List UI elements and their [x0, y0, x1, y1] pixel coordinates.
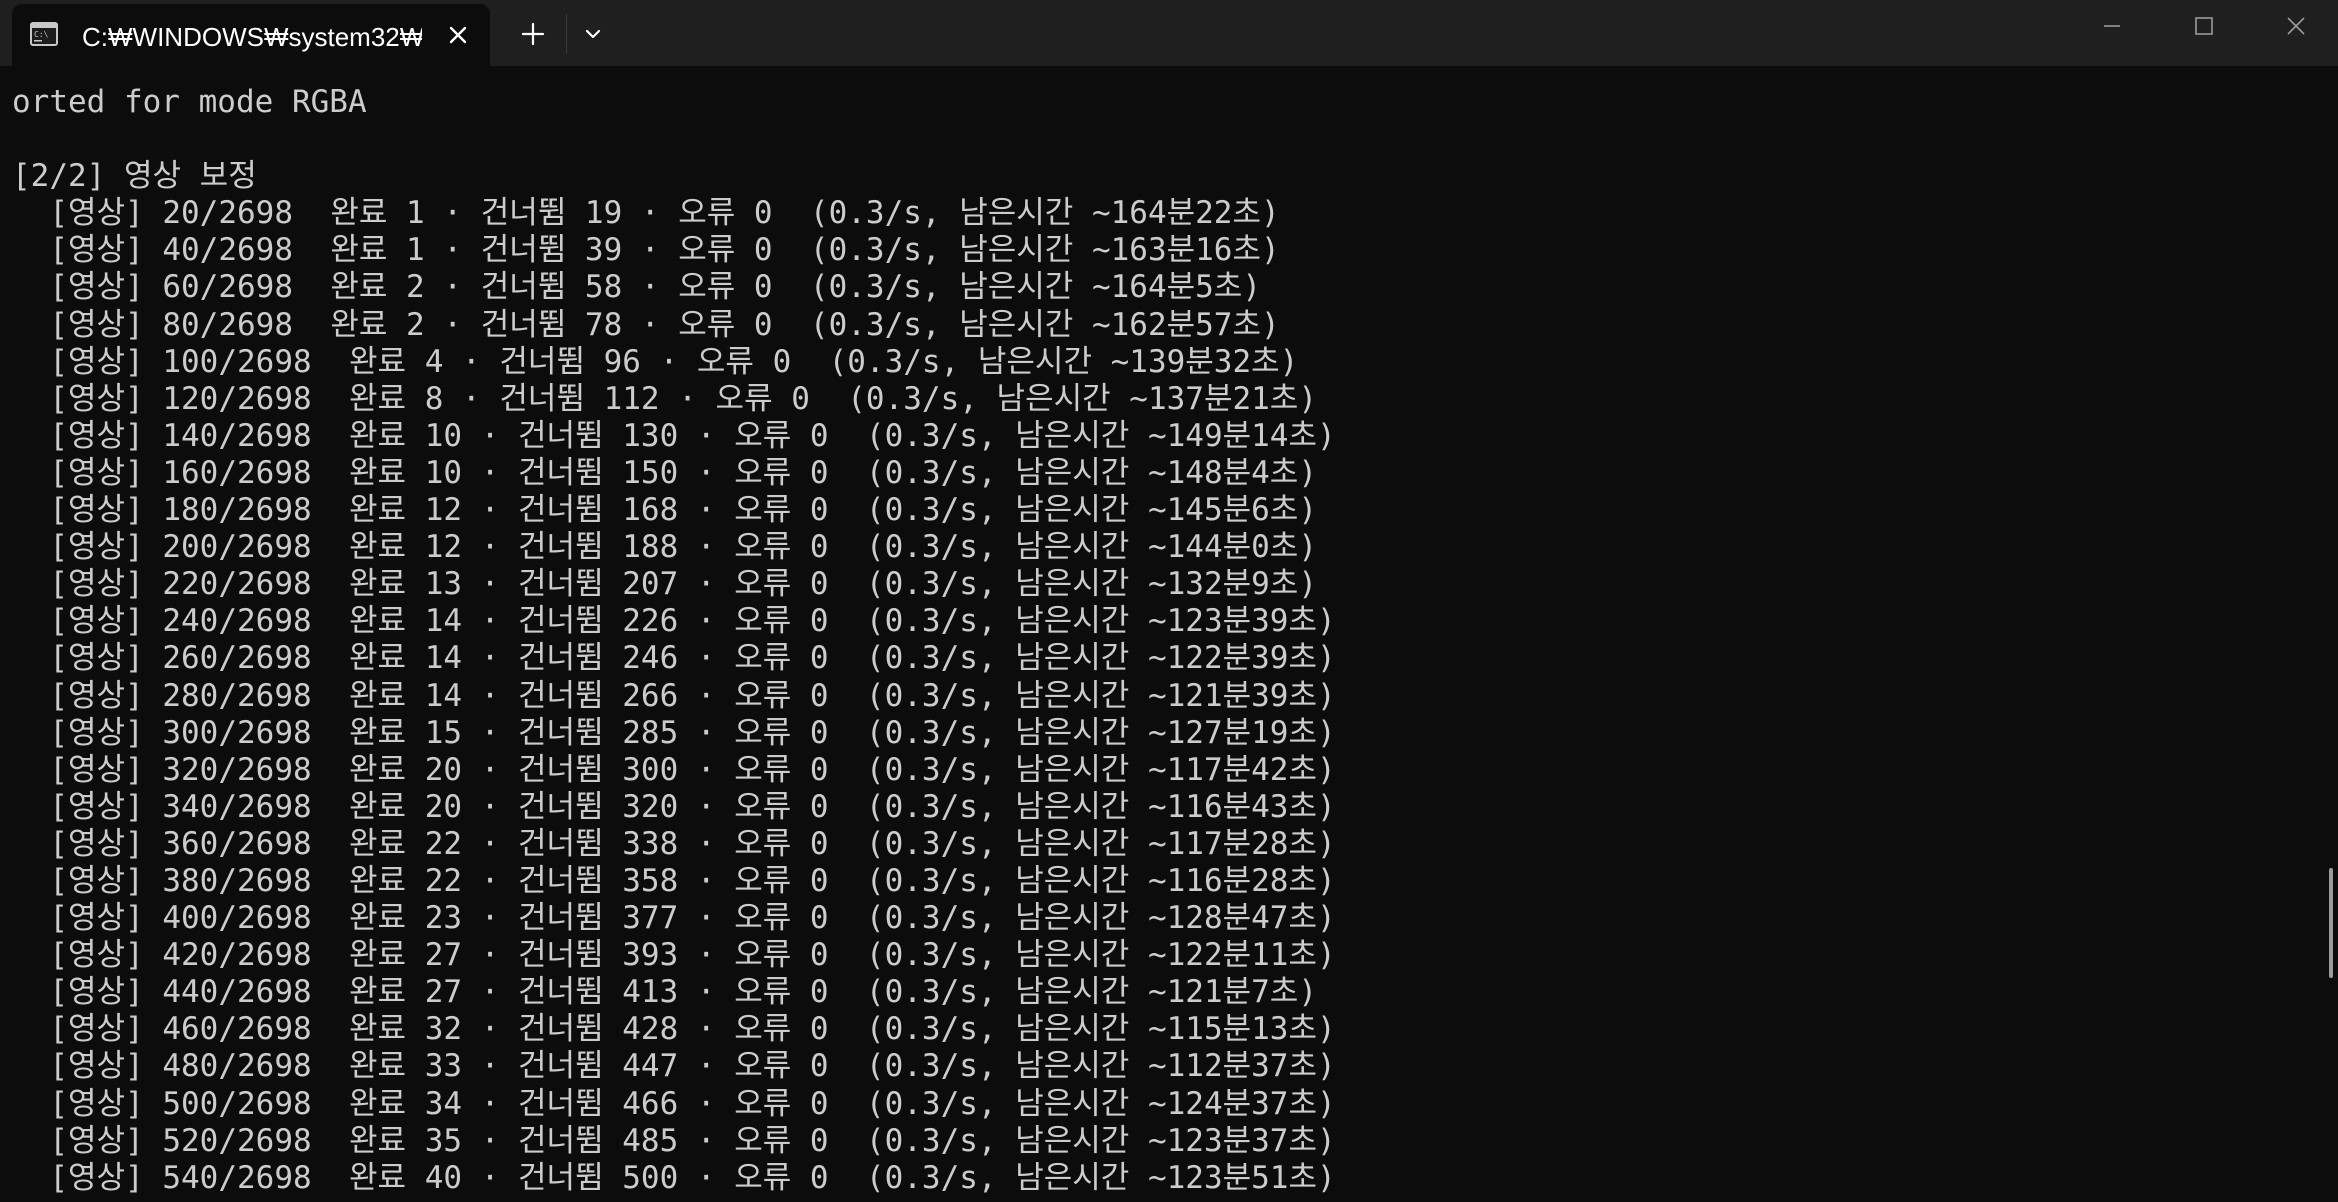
terminal-line: [영상] 320/2698 완료 20 · 건너뜀 300 · 오류 0 (0.… — [12, 751, 1336, 788]
cmd-icon: C:\ — [30, 22, 58, 46]
tab-title: C:₩WINDOWS₩system32₩cmd.exe — [82, 22, 422, 52]
terminal-line: [영상] 280/2698 완료 14 · 건너뜀 266 · 오류 0 (0.… — [12, 677, 1336, 714]
terminal-line: [영상] 140/2698 완료 10 · 건너뜀 130 · 오류 0 (0.… — [12, 417, 1336, 454]
terminal-output[interactable]: orted for mode RGBA [2/2] 영상 보정 [영상] 20/2… — [0, 66, 2322, 1202]
terminal-line: [영상] 360/2698 완료 22 · 건너뜀 338 · 오류 0 (0.… — [12, 825, 1336, 862]
terminal-line: [영상] 160/2698 완료 10 · 건너뜀 150 · 오류 0 (0.… — [12, 454, 1317, 491]
terminal-line: [영상] 400/2698 완료 23 · 건너뜀 377 · 오류 0 (0.… — [12, 900, 1336, 937]
terminal-line: [영상] 460/2698 완료 32 · 건너뜀 428 · 오류 0 (0.… — [12, 1011, 1336, 1048]
terminal-line: [영상] 440/2698 완료 27 · 건너뜀 413 · 오류 0 (0.… — [12, 974, 1317, 1011]
terminal-line: [영상] 540/2698 완료 40 · 건너뜀 500 · 오류 0 (0.… — [12, 1159, 1336, 1196]
terminal-window: C:\ C:₩WINDOWS₩system32₩cmd.exe — [0, 0, 2338, 1202]
close-icon — [2287, 17, 2305, 35]
terminal-line: [영상] 80/2698 완료 2 · 건너뜀 78 · 오류 0 (0.3/s… — [12, 306, 1280, 343]
minimize-button[interactable] — [2066, 0, 2158, 52]
terminal-line: orted for mode RGBA — [12, 84, 367, 120]
terminal-line: [영상] 220/2698 완료 13 · 건너뜀 207 · 오류 0 (0.… — [12, 566, 1317, 603]
minimize-icon — [2104, 25, 2120, 27]
terminal-line: [영상] 40/2698 완료 1 · 건너뜀 39 · 오류 0 (0.3/s… — [12, 232, 1280, 269]
terminal-line: [영상] 300/2698 완료 15 · 건너뜀 285 · 오류 0 (0.… — [12, 714, 1336, 751]
terminal-line: [영상] 100/2698 완료 4 · 건너뜀 96 · 오류 0 (0.3/… — [12, 343, 1299, 380]
terminal-line: [2/2] 영상 보정 — [12, 158, 257, 195]
svg-text:C:\: C:\ — [34, 30, 49, 39]
terminal-line: [영상] 20/2698 완료 1 · 건너뜀 19 · 오류 0 (0.3/s… — [12, 195, 1280, 232]
close-tab-icon[interactable] — [444, 21, 472, 49]
terminal-line: [영상] 60/2698 완료 2 · 건너뜀 58 · 오류 0 (0.3/s… — [12, 269, 1261, 306]
terminal-line: [영상] 260/2698 완료 14 · 건너뜀 246 · 오류 0 (0.… — [12, 640, 1336, 677]
scrollbar-thumb[interactable] — [2329, 868, 2333, 978]
terminal-line: [영상] 520/2698 완료 35 · 건너뜀 485 · 오류 0 (0.… — [12, 1122, 1336, 1159]
terminal-line: [영상] 480/2698 완료 33 · 건너뜀 447 · 오류 0 (0.… — [12, 1048, 1336, 1085]
terminal-line: [영상] 420/2698 완료 27 · 건너뜀 393 · 오류 0 (0.… — [12, 937, 1336, 974]
vertical-scrollbar[interactable] — [2322, 66, 2338, 1202]
terminal-line: [영상] 240/2698 완료 14 · 건너뜀 226 · 오류 0 (0.… — [12, 603, 1336, 640]
terminal-line: [영상] 200/2698 완료 12 · 건너뜀 188 · 오류 0 (0.… — [12, 529, 1317, 566]
terminal-line: [영상] 380/2698 완료 22 · 건너뜀 358 · 오류 0 (0.… — [12, 862, 1336, 899]
terminal-line: [영상] 180/2698 완료 12 · 건너뜀 168 · 오류 0 (0.… — [12, 492, 1317, 529]
terminal-line: [영상] 500/2698 완료 34 · 건너뜀 466 · 오류 0 (0.… — [12, 1085, 1336, 1122]
terminal-text: orted for mode RGBA [2/2] 영상 보정 [영상] 20/2… — [12, 84, 1336, 1197]
chevron-down-icon[interactable] — [574, 15, 612, 53]
maximize-button[interactable] — [2158, 0, 2250, 52]
terminal-line: [영상] 120/2698 완료 8 · 건너뜀 112 · 오류 0 (0.3… — [12, 380, 1317, 417]
maximize-icon — [2195, 17, 2213, 35]
tab-divider — [566, 14, 567, 54]
new-tab-button[interactable] — [514, 15, 552, 53]
terminal-tab[interactable]: C:\ C:₩WINDOWS₩system32₩cmd.exe — [12, 4, 490, 66]
terminal-line: [영상] 340/2698 완료 20 · 건너뜀 320 · 오류 0 (0.… — [12, 788, 1336, 825]
close-window-button[interactable] — [2250, 0, 2338, 52]
title-bar[interactable]: C:\ C:₩WINDOWS₩system32₩cmd.exe — [0, 0, 2338, 66]
